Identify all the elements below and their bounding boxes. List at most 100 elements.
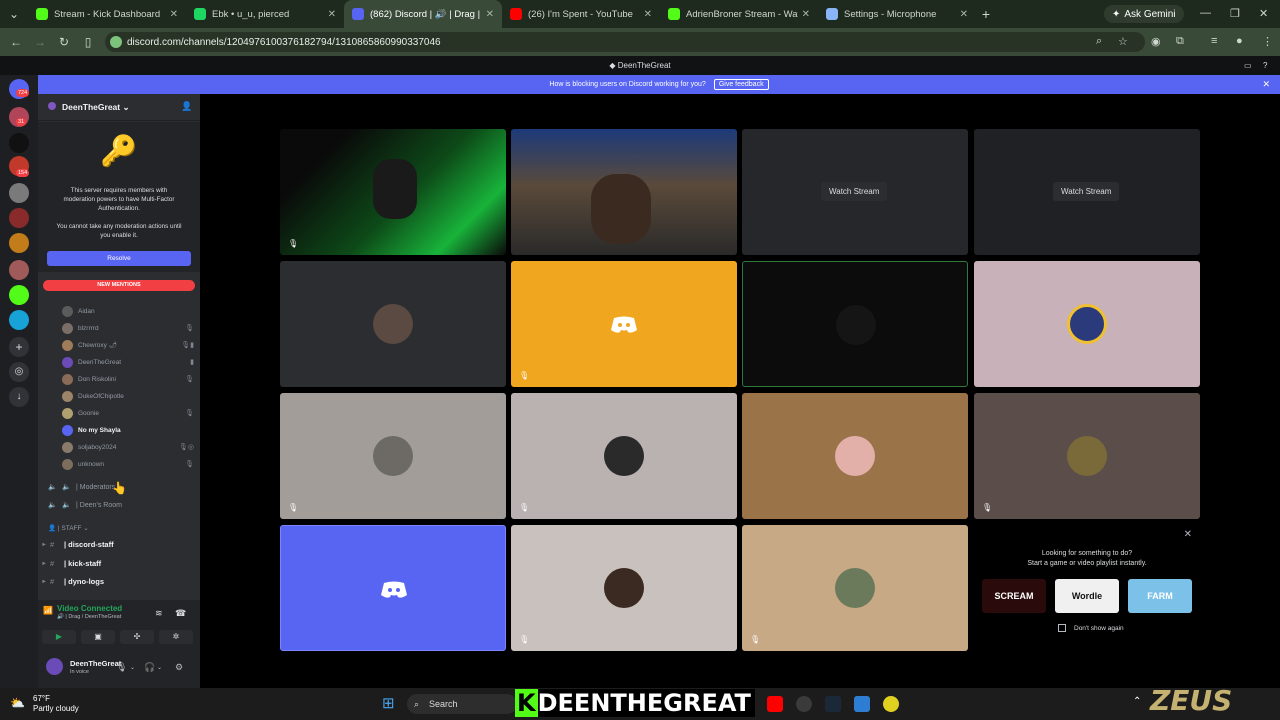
server-icon-kick[interactable] [9, 285, 29, 305]
browser-menu-icon[interactable]: ⋮ [1262, 35, 1273, 48]
video-tile[interactable] [280, 261, 506, 387]
ask-gemini-button[interactable]: ✦ Ask Gemini [1104, 5, 1184, 23]
voice-member[interactable]: Goonie 🎙 [62, 405, 198, 421]
noise-suppression-icon[interactable]: ≋ [155, 608, 163, 619]
close-icon[interactable]: ✕ [1184, 529, 1192, 540]
address-bar[interactable]: discord.com/channels/1204976100376182794… [105, 32, 1145, 52]
video-tile[interactable]: 🎙 [511, 525, 737, 651]
tab-search-icon[interactable]: ⌄ [0, 7, 28, 21]
game-scream[interactable]: SCREAM [982, 579, 1046, 613]
soundboard-button[interactable]: ✲ [159, 630, 193, 644]
browser-tab[interactable]: (26) I'm Spent - YouTube ✕ [502, 0, 660, 28]
norton-taskbar-icon[interactable] [883, 696, 899, 712]
invite-people-icon[interactable]: 👤 [181, 101, 192, 112]
steam-taskbar-icon[interactable] [825, 696, 841, 712]
server-icon-2[interactable] [9, 133, 29, 153]
video-tile-speaking[interactable] [742, 261, 968, 387]
chevron-down-icon[interactable]: ⌄ [130, 664, 135, 671]
youtube-taskbar-icon[interactable] [767, 696, 783, 712]
camera-button[interactable]: ▶ [42, 630, 76, 644]
voice-member[interactable]: Don Riskolini 🎙 [62, 371, 198, 387]
minimize-icon[interactable]: — [1200, 7, 1211, 19]
avatar[interactable] [46, 658, 63, 675]
server-name-header[interactable]: DeenTheGreat ⌄ 👤 [38, 94, 200, 121]
video-tile[interactable]: 🎙 [511, 261, 737, 387]
video-tile[interactable]: 🎙 [974, 393, 1200, 519]
channel-dyno-logs[interactable]: ▸ # | dyno-logs [38, 573, 104, 589]
server-icon-6[interactable] [9, 233, 29, 253]
channel-discord-staff[interactable]: ▸ # | discord-staff [38, 536, 113, 552]
tab-close-icon[interactable]: ✕ [486, 9, 494, 20]
restore-icon[interactable]: ❐ [1230, 7, 1240, 20]
watch-stream-button[interactable]: Watch Stream [1053, 182, 1120, 201]
video-tile[interactable] [742, 393, 968, 519]
voice-member[interactable]: DukeOfChipotle [62, 388, 198, 404]
new-tab-button[interactable]: + [976, 6, 996, 22]
disconnect-icon[interactable]: ☎ [175, 608, 186, 619]
video-tile[interactable]: 🎙 [280, 129, 506, 255]
resolve-button[interactable]: Resolve [47, 251, 191, 266]
extensions-puzzle-icon[interactable]: ⧉ [1176, 35, 1184, 48]
media-control-icon[interactable]: ≡ [1211, 35, 1217, 47]
browser-tab[interactable]: AdrienBroner Stream - Watch L ✕ [660, 0, 818, 28]
app-taskbar-icon[interactable] [854, 696, 870, 712]
browser-tab[interactable]: Ebk • u_u, pierced ✕ [186, 0, 344, 28]
voice-member[interactable]: soljaboy2024 🎙◎ [62, 439, 198, 455]
browser-tab[interactable]: Stream - Kick Dashboard ✕ [28, 0, 186, 28]
stream-tile[interactable]: Watch Stream [974, 129, 1200, 255]
taskbar-search[interactable]: ⌕ Search [407, 694, 517, 714]
add-server-icon[interactable]: + [9, 337, 29, 357]
category-staff[interactable]: 👤 | STAFF ⌄ [48, 524, 89, 532]
voice-member[interactable]: Aidan [62, 303, 198, 319]
chevron-up-icon[interactable]: ⌃ [1133, 696, 1141, 707]
signal-icon[interactable]: 📶 [43, 606, 53, 615]
obs-taskbar-icon[interactable] [796, 696, 812, 712]
username[interactable]: DeenTheGreat [70, 659, 121, 668]
side-panel-icon[interactable]: ▯ [76, 35, 100, 49]
voice-status[interactable]: Video Connected [57, 604, 122, 613]
windows-start-icon[interactable]: ⊞ [382, 694, 395, 712]
server-icon-4[interactable] [9, 183, 29, 203]
bookmark-star-icon[interactable]: ☆ [1118, 35, 1128, 48]
video-tile[interactable] [511, 129, 737, 255]
watch-stream-button[interactable]: Watch Stream [821, 182, 888, 201]
video-tile[interactable] [974, 261, 1200, 387]
voice-channel-moderators[interactable]: 🔈 🔈 | Moderators [48, 480, 115, 494]
voice-channel-link[interactable]: 🔊 | Drag / DeenTheGreat [57, 614, 121, 620]
forward-icon[interactable]: → [28, 35, 52, 49]
server-icon-8[interactable] [9, 310, 29, 330]
site-info-icon[interactable] [110, 36, 122, 48]
voice-member[interactable]: blzrrrrd 🎙 [62, 320, 198, 336]
video-tile[interactable]: 🎙 [511, 393, 737, 519]
tab-close-icon[interactable]: ✕ [644, 9, 652, 20]
reload-icon[interactable]: ↻ [52, 35, 76, 49]
back-icon[interactable]: ← [4, 35, 28, 49]
video-tile[interactable] [280, 525, 506, 651]
tab-close-icon[interactable]: ✕ [960, 9, 968, 20]
microphone-icon[interactable]: 🎙 [116, 662, 127, 673]
voice-member[interactable]: unknown 🎙 [62, 456, 198, 472]
browser-tab[interactable]: Settings - Microphone ✕ [818, 0, 976, 28]
profile-avatar[interactable]: ● [1236, 35, 1243, 47]
screen-share-button[interactable]: ▣ [81, 630, 115, 644]
close-window-icon[interactable]: ✕ [1259, 7, 1268, 20]
video-tile[interactable]: 🎙 [280, 393, 506, 519]
tab-close-icon[interactable]: ✕ [802, 9, 810, 20]
banner-close-icon[interactable]: ✕ [1262, 79, 1270, 90]
voice-member[interactable]: DeenTheGreat ▮ [62, 354, 198, 370]
headphones-icon[interactable]: 🎧 [144, 662, 155, 673]
chevron-down-icon[interactable]: ⌄ [157, 664, 162, 671]
activities-button[interactable]: ✣ [120, 630, 154, 644]
inbox-icon[interactable]: ▭ [1244, 56, 1252, 75]
video-tile[interactable]: 🎙 [742, 525, 968, 651]
extension-icon[interactable]: ◉ [1151, 35, 1161, 48]
voice-channel-deens-room[interactable]: 🔈 🔈 | Deen's Room [48, 498, 122, 512]
discover-compass-icon[interactable]: ◎ [9, 362, 29, 382]
tab-close-icon[interactable]: ✕ [328, 9, 336, 20]
game-farm[interactable]: FARM [1128, 579, 1192, 613]
give-feedback-button[interactable]: Give feedback [713, 79, 769, 90]
browser-tab[interactable]: (862) Discord | 🔊 | Drag | D ✕ [344, 0, 502, 28]
help-icon[interactable]: ? [1263, 56, 1267, 75]
download-icon[interactable]: ↓ [9, 387, 29, 407]
stream-tile[interactable]: Watch Stream [742, 129, 968, 255]
